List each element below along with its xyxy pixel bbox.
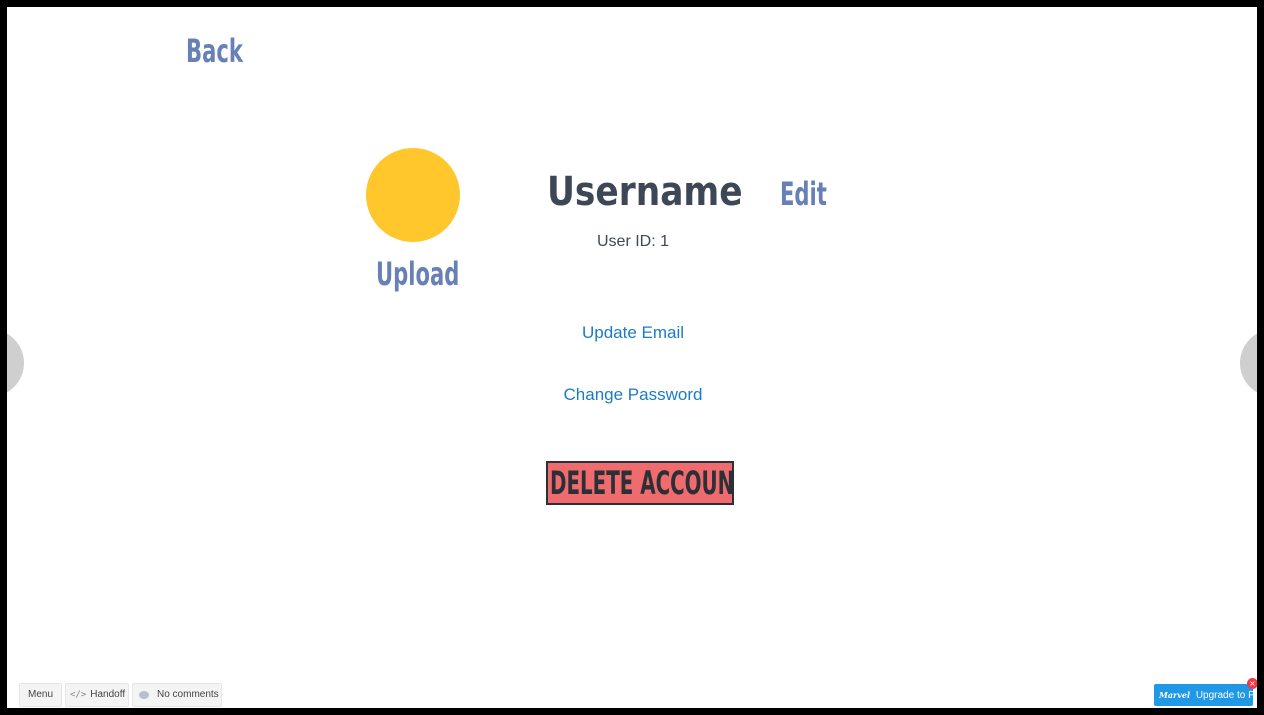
upgrade-label: Upgrade to Pro (1195, 690, 1257, 701)
change-password-link[interactable]: Change Password (447, 384, 819, 406)
edit-username-button[interactable]: Edit (780, 174, 851, 214)
comments-button[interactable]: No comments (132, 683, 222, 707)
menu-button[interactable]: Menu (19, 683, 62, 707)
previous-screen-arrow[interactable] (7, 329, 24, 397)
comments-label: No comments (157, 689, 219, 700)
avatar (366, 148, 460, 242)
username-heading: Username (547, 169, 743, 215)
code-icon: </> (70, 690, 87, 700)
user-id-text: User ID: 1 (596, 233, 669, 250)
back-button[interactable]: Back (186, 31, 272, 71)
upload-button[interactable]: Upload (376, 254, 502, 294)
handoff-label: Handoff (90, 689, 126, 700)
delete-account-button[interactable]: DELETE ACCOUNT (546, 461, 734, 505)
marvel-logo-icon: Marvel (1159, 690, 1191, 700)
prototype-frame: Back Upload Username Edit User ID: 1 Upd… (7, 7, 1257, 708)
upload-label: Upload (376, 255, 460, 293)
edit-label: Edit (780, 175, 827, 213)
update-email-link[interactable]: Update Email (447, 322, 819, 344)
close-icon[interactable]: × (1247, 678, 1257, 689)
delete-account-label: DELETE ACCOUNT (550, 464, 734, 502)
comment-bubble-icon (139, 691, 149, 699)
handoff-button[interactable]: </> Handoff (65, 683, 129, 707)
next-screen-arrow[interactable] (1240, 329, 1257, 397)
menu-label: Menu (27, 689, 53, 700)
upgrade-to-pro-button[interactable]: Marvel Upgrade to Pro (1154, 684, 1257, 706)
back-label: Back (186, 32, 243, 70)
